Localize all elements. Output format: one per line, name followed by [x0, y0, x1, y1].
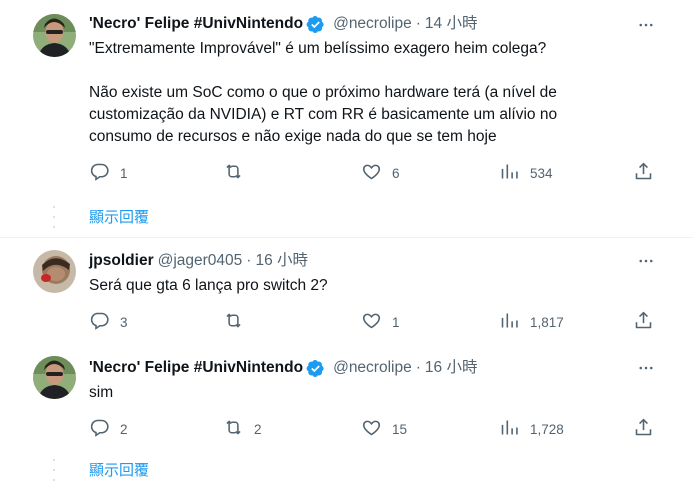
timestamp[interactable]: 16 小時 — [255, 250, 308, 272]
timestamp[interactable]: 16 小時 — [425, 357, 478, 379]
tweet-actions: 3 1 1,817 — [89, 311, 669, 333]
more-horizontal-icon[interactable] — [636, 251, 656, 271]
reply-count: 2 — [120, 421, 128, 437]
retweet-button[interactable] — [223, 311, 254, 333]
heart-icon — [361, 417, 382, 441]
reply-bubble-icon — [89, 417, 110, 441]
separator-dot: · — [415, 15, 421, 32]
avatar[interactable] — [33, 250, 76, 293]
verified-badge-icon — [306, 15, 325, 34]
tweet-text: sim — [89, 382, 649, 404]
retweet-icon — [223, 161, 244, 185]
reply-count: 1 — [120, 165, 128, 181]
show-replies-link[interactable]: 顯示回覆 — [89, 459, 149, 480]
views-button[interactable]: 1,817 — [499, 311, 564, 333]
like-button[interactable]: 6 — [361, 162, 400, 184]
show-replies-row[interactable]: 顯示回覆 — [0, 450, 693, 489]
tweet-actions: 1 6 534 — [89, 162, 669, 184]
like-button[interactable]: 1 — [361, 311, 400, 333]
retweet-count: 2 — [254, 421, 262, 437]
verified-badge-icon — [306, 359, 325, 378]
like-count: 6 — [392, 165, 400, 181]
like-count: 1 — [392, 314, 400, 330]
bar-chart-icon — [499, 161, 520, 185]
reply-count: 3 — [120, 314, 128, 330]
tweet-paragraph: sim — [89, 384, 114, 401]
share-button[interactable] — [633, 311, 654, 333]
author-handle[interactable]: @necrolipe — [333, 13, 412, 35]
share-upload-icon — [633, 161, 654, 185]
reply-button[interactable]: 3 — [89, 311, 128, 333]
views-button[interactable]: 1,728 — [499, 418, 564, 440]
show-replies-row[interactable]: 顯示回覆 — [0, 197, 693, 237]
separator-dot: · — [246, 252, 252, 269]
avatar-image — [33, 14, 76, 57]
separator-dot: · — [415, 359, 421, 376]
timestamp[interactable]: 14 小時 — [425, 13, 478, 35]
tweet[interactable]: 'Necro' Felipe #UnivNintendo @necrolipe … — [0, 342, 693, 442]
show-replies-link[interactable]: 顯示回覆 — [89, 206, 149, 227]
tweet[interactable]: 'Necro' Felipe #UnivNintendo @necrolipe … — [0, 0, 693, 200]
retweet-icon — [223, 310, 244, 334]
bar-chart-icon — [499, 417, 520, 441]
thread-connector — [52, 206, 56, 228]
thread-connector — [52, 459, 56, 481]
retweet-button[interactable] — [223, 162, 254, 184]
views-count: 534 — [530, 165, 553, 181]
views-count: 1,817 — [530, 314, 564, 330]
retweet-icon — [223, 417, 244, 441]
share-upload-icon — [633, 417, 654, 441]
share-button[interactable] — [633, 162, 654, 184]
tweet-text: Será que gta 6 lança pro switch 2? — [89, 275, 649, 297]
heart-icon — [361, 161, 382, 185]
share-upload-icon — [633, 310, 654, 334]
reply-button[interactable]: 2 — [89, 418, 128, 440]
author-name[interactable]: 'Necro' Felipe #UnivNintendo — [89, 357, 303, 379]
reply-bubble-icon — [89, 161, 110, 185]
avatar[interactable] — [33, 356, 76, 399]
reply-bubble-icon — [89, 310, 110, 334]
views-count: 1,728 — [530, 421, 564, 437]
author-name[interactable]: jpsoldier — [89, 250, 154, 272]
author-name[interactable]: 'Necro' Felipe #UnivNintendo — [89, 13, 303, 35]
retweet-button[interactable]: 2 — [223, 418, 262, 440]
tweet-paragraph: Não existe um SoC como o que o próximo h… — [89, 84, 558, 145]
like-count: 15 — [392, 421, 408, 437]
tweet-header: jpsoldier @jager0405 · 16 小時 — [89, 250, 308, 272]
tweet-paragraph: Será que gta 6 lança pro switch 2? — [89, 277, 328, 294]
views-button[interactable]: 534 — [499, 162, 553, 184]
more-horizontal-icon[interactable] — [636, 15, 656, 35]
tweet-paragraph: "Extremamente Improvável" é um belíssimo… — [89, 40, 547, 57]
avatar-image — [33, 356, 76, 399]
author-handle[interactable]: @jager0405 — [158, 250, 243, 272]
bar-chart-icon — [499, 310, 520, 334]
share-button[interactable] — [633, 418, 654, 440]
heart-icon — [361, 310, 382, 334]
tweet-header: 'Necro' Felipe #UnivNintendo @necrolipe … — [89, 13, 477, 35]
avatar[interactable] — [33, 14, 76, 57]
like-button[interactable]: 15 — [361, 418, 407, 440]
tweet-actions: 2 2 15 1,728 — [89, 418, 669, 440]
tweet[interactable]: jpsoldier @jager0405 · 16 小時 Será que gt… — [0, 238, 693, 338]
tweet-header: 'Necro' Felipe #UnivNintendo @necrolipe … — [89, 357, 477, 379]
author-handle[interactable]: @necrolipe — [333, 357, 412, 379]
avatar-image — [33, 250, 76, 293]
tweet-text: "Extremamente Improvável" é um belíssimo… — [89, 38, 649, 148]
reply-button[interactable]: 1 — [89, 162, 128, 184]
more-horizontal-icon[interactable] — [636, 358, 656, 378]
